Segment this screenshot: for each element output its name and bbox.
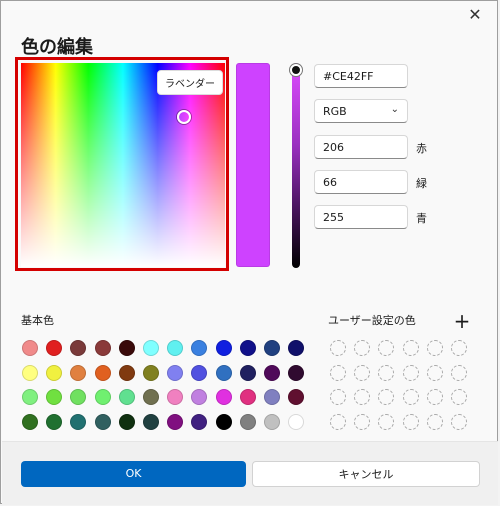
basic-color-swatch[interactable]: [191, 389, 208, 405]
color-mode-value: RGB: [323, 105, 347, 118]
custom-color-slot[interactable]: [402, 389, 419, 405]
color-preview: [236, 63, 270, 267]
custom-color-slot[interactable]: [330, 413, 346, 430]
color-name-tooltip: ラベンダー: [157, 70, 223, 95]
custom-color-slot[interactable]: [402, 340, 419, 356]
basic-color-swatch[interactable]: [215, 413, 232, 430]
custom-color-slot[interactable]: [378, 413, 395, 430]
custom-color-slot[interactable]: [426, 364, 443, 381]
custom-color-slot[interactable]: [330, 364, 346, 381]
basic-color-swatch[interactable]: [288, 340, 305, 356]
basic-color-swatch[interactable]: [264, 413, 280, 430]
basic-color-swatch[interactable]: [70, 364, 87, 381]
basic-color-swatch[interactable]: [143, 364, 159, 381]
red-label: 赤: [416, 142, 427, 155]
basic-color-swatch[interactable]: [215, 364, 232, 381]
basic-color-swatch[interactable]: [46, 413, 63, 430]
custom-color-slot[interactable]: [426, 389, 443, 405]
basic-color-swatch[interactable]: [239, 389, 256, 405]
custom-color-slot[interactable]: [451, 413, 467, 430]
basic-color-swatch[interactable]: [22, 413, 38, 430]
blue-input[interactable]: 255: [314, 205, 408, 229]
basic-color-swatch[interactable]: [46, 389, 63, 405]
basic-color-swatch[interactable]: [264, 340, 280, 356]
basic-color-swatch[interactable]: [191, 413, 208, 430]
basic-color-swatch[interactable]: [22, 364, 38, 381]
custom-color-slot[interactable]: [426, 413, 443, 430]
custom-color-slot[interactable]: [378, 389, 395, 405]
red-input[interactable]: 206: [314, 135, 408, 159]
hex-input[interactable]: #CE42FF: [314, 64, 408, 88]
basic-color-swatch[interactable]: [239, 413, 256, 430]
brightness-slider[interactable]: [292, 63, 300, 268]
basic-color-swatch[interactable]: [239, 364, 256, 381]
custom-color-slot[interactable]: [402, 413, 419, 430]
basic-color-swatch[interactable]: [70, 389, 87, 405]
blue-label: 青: [416, 212, 427, 225]
basic-color-swatch[interactable]: [46, 340, 63, 356]
basic-color-swatch[interactable]: [46, 364, 63, 381]
basic-color-swatch[interactable]: [143, 413, 159, 430]
basic-color-swatch[interactable]: [94, 413, 111, 430]
custom-color-slot[interactable]: [354, 389, 371, 405]
basic-color-swatch[interactable]: [167, 340, 184, 356]
basic-color-swatch[interactable]: [143, 340, 159, 356]
basic-color-swatch[interactable]: [94, 389, 111, 405]
basic-color-swatch[interactable]: [70, 340, 87, 356]
custom-color-slot[interactable]: [378, 340, 395, 356]
basic-colors-label: 基本色: [21, 314, 54, 327]
custom-color-slot[interactable]: [402, 364, 419, 381]
color-edit-dialog: ✕ 色の編集 ラベンダー #CE42FF RGB ⌄ 206 赤 66 緑 25…: [0, 0, 498, 505]
brightness-slider-thumb[interactable]: [290, 64, 302, 76]
basic-color-swatch[interactable]: [70, 413, 87, 430]
custom-color-slot[interactable]: [330, 340, 346, 356]
basic-color-swatch[interactable]: [94, 340, 111, 356]
basic-color-swatch[interactable]: [191, 340, 208, 356]
custom-color-slot[interactable]: [354, 364, 371, 381]
basic-color-swatch[interactable]: [143, 389, 159, 405]
basic-color-swatch[interactable]: [239, 340, 256, 356]
basic-color-swatch[interactable]: [264, 364, 280, 381]
basic-color-swatch[interactable]: [288, 413, 305, 430]
basic-color-swatch[interactable]: [22, 340, 38, 356]
basic-color-swatch[interactable]: [118, 389, 135, 405]
basic-color-swatch[interactable]: [118, 364, 135, 381]
cancel-button[interactable]: キャンセル: [252, 461, 480, 487]
add-custom-color-button[interactable]: +: [452, 311, 472, 331]
custom-color-slot[interactable]: [378, 364, 395, 381]
dialog-title: 色の編集: [21, 37, 93, 58]
basic-color-swatch[interactable]: [215, 389, 232, 405]
basic-color-swatch[interactable]: [118, 340, 135, 356]
color-mode-select[interactable]: RGB ⌄: [314, 99, 408, 123]
ok-button[interactable]: OK: [21, 461, 246, 487]
chevron-down-icon: ⌄: [390, 104, 399, 115]
basic-color-swatch[interactable]: [94, 364, 111, 381]
basic-color-swatch[interactable]: [288, 389, 305, 405]
custom-color-slot[interactable]: [426, 340, 443, 356]
green-label: 緑: [416, 177, 427, 190]
basic-color-swatch[interactable]: [288, 364, 305, 381]
basic-color-swatch[interactable]: [167, 413, 184, 430]
selection-ring[interactable]: [177, 110, 191, 124]
basic-color-swatch[interactable]: [215, 340, 232, 356]
basic-color-swatch[interactable]: [191, 364, 208, 381]
custom-color-slot[interactable]: [354, 340, 371, 356]
close-icon[interactable]: ✕: [463, 5, 487, 25]
basic-color-swatch[interactable]: [22, 389, 38, 405]
custom-colors-label: ユーザー設定の色: [328, 314, 416, 327]
green-input[interactable]: 66: [314, 170, 408, 194]
basic-color-swatch[interactable]: [167, 364, 184, 381]
basic-color-swatch[interactable]: [167, 389, 184, 405]
custom-color-slot[interactable]: [451, 389, 467, 405]
custom-color-slot[interactable]: [451, 340, 467, 356]
custom-color-slot[interactable]: [330, 389, 346, 405]
basic-color-swatch[interactable]: [264, 389, 280, 405]
basic-color-swatch[interactable]: [118, 413, 135, 430]
custom-color-slot[interactable]: [354, 413, 371, 430]
custom-color-slot[interactable]: [451, 364, 467, 381]
